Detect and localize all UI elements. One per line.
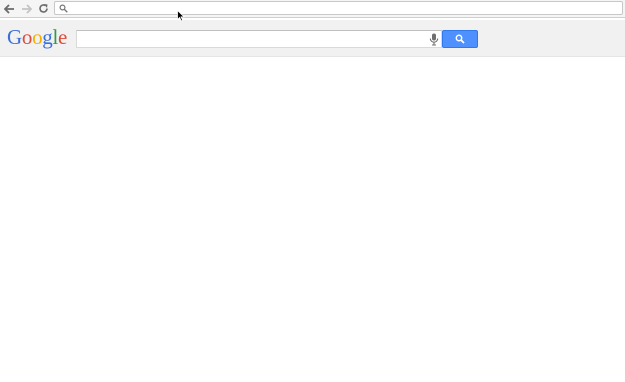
arrow-right-icon xyxy=(21,3,32,14)
google-logo[interactable]: Google xyxy=(7,25,67,49)
logo-letter: G xyxy=(7,25,22,49)
logo-letter: o xyxy=(21,25,33,49)
address-bar[interactable] xyxy=(54,1,623,15)
logo-letter: e xyxy=(58,25,68,49)
search-box[interactable] xyxy=(76,30,442,48)
back-button[interactable] xyxy=(1,1,17,16)
logo-letter: o xyxy=(32,25,43,49)
search-icon xyxy=(455,34,465,44)
logo-letter: g xyxy=(42,25,53,49)
search-icon xyxy=(59,4,68,13)
forward-button[interactable] xyxy=(18,1,34,16)
reload-icon xyxy=(38,4,48,13)
mouse-pointer-icon xyxy=(177,10,185,22)
search-button[interactable] xyxy=(442,30,478,48)
google-search-bar: Google xyxy=(0,20,625,57)
browser-toolbar xyxy=(0,0,625,18)
arrow-left-icon xyxy=(3,3,14,14)
microphone-icon[interactable] xyxy=(429,33,439,46)
search-input[interactable] xyxy=(80,32,420,46)
reload-button[interactable] xyxy=(35,1,51,16)
